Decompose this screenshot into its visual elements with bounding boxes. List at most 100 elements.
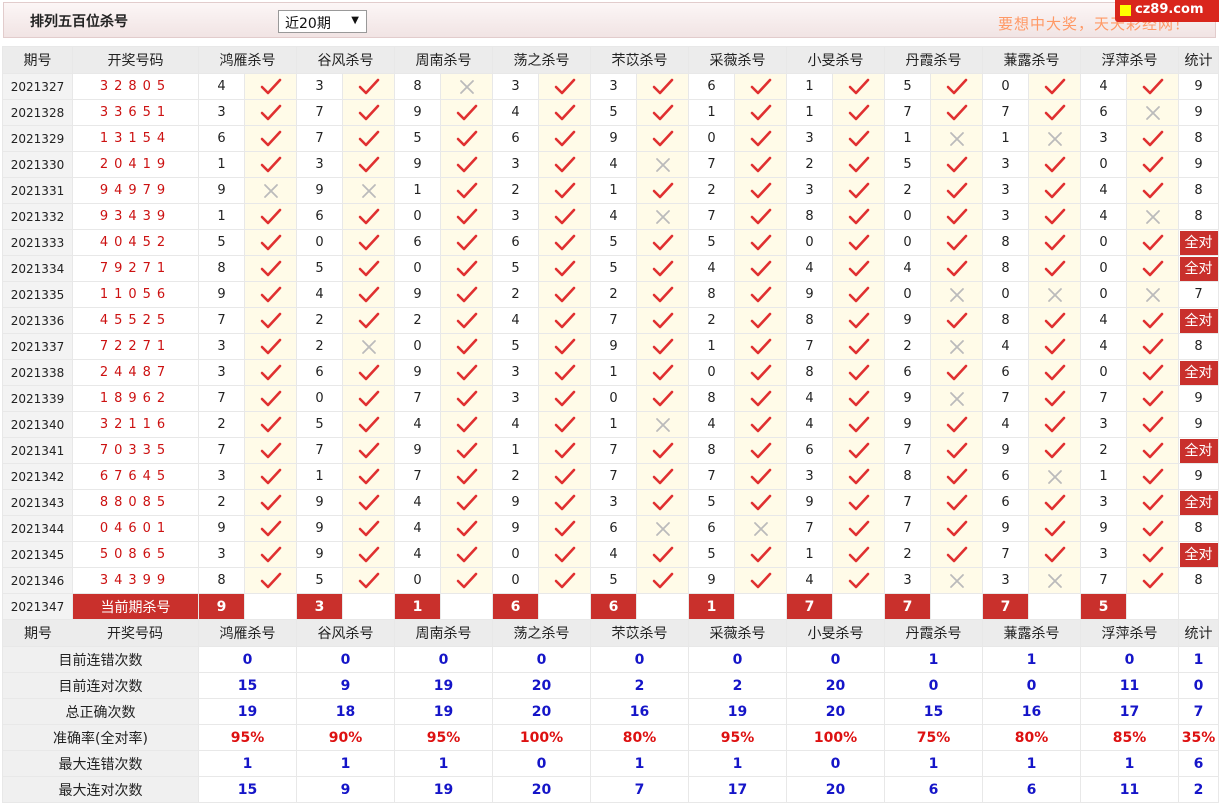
kill-number-cell: 7 <box>1080 567 1127 594</box>
column-header-expert[interactable]: 周南杀号 <box>394 619 493 647</box>
column-header-expert[interactable]: 蒹露杀号 <box>982 46 1081 74</box>
stats-value: 0 <box>492 646 591 673</box>
kill-number-cell: 5 <box>296 567 343 594</box>
column-header-expert[interactable]: 小旻杀号 <box>786 46 885 74</box>
table-row: 2021333 40452 5 0 6 6 5 5 0 0 8 0 全对 <box>2 229 1219 256</box>
table-row: 2021343 88085 2 9 4 9 3 5 9 7 6 3 全对 <box>2 489 1219 516</box>
stats-value: 20 <box>492 698 591 725</box>
kill-number-cell: 9 <box>394 359 441 386</box>
result-mark-cell <box>440 567 493 594</box>
stats-label: 最大连错次数 <box>2 750 199 777</box>
result-mark-cell <box>1028 281 1081 308</box>
result-mark-cell <box>734 463 787 490</box>
column-header-expert[interactable]: 采薇杀号 <box>688 46 787 74</box>
cross-icon <box>949 573 964 588</box>
result-mark-cell <box>1028 515 1081 542</box>
column-header-expert[interactable]: 谷风杀号 <box>296 619 395 647</box>
stat-cell: 9 <box>1178 99 1219 126</box>
result-mark-cell <box>342 567 395 594</box>
kill-number-cell: 0 <box>982 73 1029 100</box>
check-icon <box>260 442 281 458</box>
stat-cell: 全对 <box>1178 437 1219 464</box>
result-mark-cell <box>832 229 885 256</box>
check-icon <box>946 156 967 172</box>
check-icon <box>848 364 869 380</box>
result-mark-cell <box>440 333 493 360</box>
result-mark-cell <box>440 307 493 334</box>
kill-number-cell: 9 <box>296 515 343 542</box>
kill-number-cell: 5 <box>688 229 735 256</box>
result-mark-cell <box>440 515 493 542</box>
kill-number-cell: 7 <box>884 99 931 126</box>
stats-value: 1 <box>982 750 1081 777</box>
column-header-expert[interactable]: 鸿雁杀号 <box>198 619 297 647</box>
check-icon <box>456 338 477 354</box>
kill-number-cell: 9 <box>982 515 1029 542</box>
result-mark-cell <box>440 255 493 282</box>
period-cell: 2021342 <box>2 463 73 490</box>
stats-value: 0 <box>786 646 885 673</box>
column-header-expert[interactable]: 周南杀号 <box>394 46 493 74</box>
kill-number-cell: 1 <box>590 177 637 204</box>
result-mark-cell <box>930 385 983 412</box>
column-header-expert[interactable]: 采薇杀号 <box>688 619 787 647</box>
period-cell: 2021334 <box>2 255 73 282</box>
kill-number-cell: 2 <box>296 333 343 360</box>
current-kill-blank <box>440 593 493 620</box>
result-mark-cell <box>636 125 689 152</box>
kill-number-cell: 7 <box>1080 385 1127 412</box>
stats-value: 1 <box>198 750 297 777</box>
check-icon <box>260 572 281 588</box>
cross-icon <box>655 417 670 432</box>
check-icon <box>750 286 771 302</box>
check-icon <box>456 364 477 380</box>
column-header-expert[interactable]: 丹霞杀号 <box>884 619 983 647</box>
kill-number-cell: 6 <box>394 229 441 256</box>
result-mark-cell <box>538 359 591 386</box>
check-icon <box>750 312 771 328</box>
check-icon <box>358 260 379 276</box>
check-icon <box>260 208 281 224</box>
result-mark-cell <box>342 463 395 490</box>
result-mark-cell <box>342 541 395 568</box>
stat-cell: 8 <box>1178 177 1219 204</box>
check-icon <box>1044 156 1065 172</box>
kill-number-cell: 4 <box>1080 203 1127 230</box>
result-mark-cell <box>734 333 787 360</box>
table-row: 2021332 93439 1 6 0 3 4 7 8 0 3 4 8 <box>2 203 1219 230</box>
column-header-expert[interactable]: 芣苡杀号 <box>590 46 689 74</box>
period-select[interactable]: 近20期 ▼ <box>278 10 367 33</box>
result-mark-cell <box>1028 229 1081 256</box>
column-header-expert[interactable]: 谷风杀号 <box>296 46 395 74</box>
result-mark-cell <box>244 203 297 230</box>
result-mark-cell <box>342 203 395 230</box>
check-icon <box>456 312 477 328</box>
kill-number-cell: 2 <box>688 307 735 334</box>
stats-value: 2 <box>590 672 689 699</box>
kill-number-cell: 3 <box>492 151 539 178</box>
result-mark-cell <box>832 151 885 178</box>
site-logo[interactable]: cz89.com <box>1115 0 1219 22</box>
column-header-expert[interactable]: 荡之杀号 <box>492 619 591 647</box>
result-mark-cell <box>832 567 885 594</box>
result-mark-cell <box>538 229 591 256</box>
column-header-expert[interactable]: 丹霞杀号 <box>884 46 983 74</box>
result-mark-cell <box>930 307 983 334</box>
result-mark-cell <box>734 489 787 516</box>
check-icon <box>946 312 967 328</box>
check-icon <box>456 104 477 120</box>
kill-number-cell: 8 <box>884 463 931 490</box>
check-icon <box>358 520 379 536</box>
period-cell: 2021327 <box>2 73 73 100</box>
column-header-expert[interactable]: 小旻杀号 <box>786 619 885 647</box>
cross-icon <box>1145 209 1160 224</box>
column-header-expert[interactable]: 浮萍杀号 <box>1080 46 1179 74</box>
column-header-expert[interactable]: 芣苡杀号 <box>590 619 689 647</box>
column-header-expert[interactable]: 鸿雁杀号 <box>198 46 297 74</box>
column-header-expert[interactable]: 浮萍杀号 <box>1080 619 1179 647</box>
column-header-expert[interactable]: 荡之杀号 <box>492 46 591 74</box>
cross-icon <box>655 157 670 172</box>
column-header-expert[interactable]: 蒹露杀号 <box>982 619 1081 647</box>
check-icon <box>456 390 477 406</box>
check-icon <box>848 416 869 432</box>
